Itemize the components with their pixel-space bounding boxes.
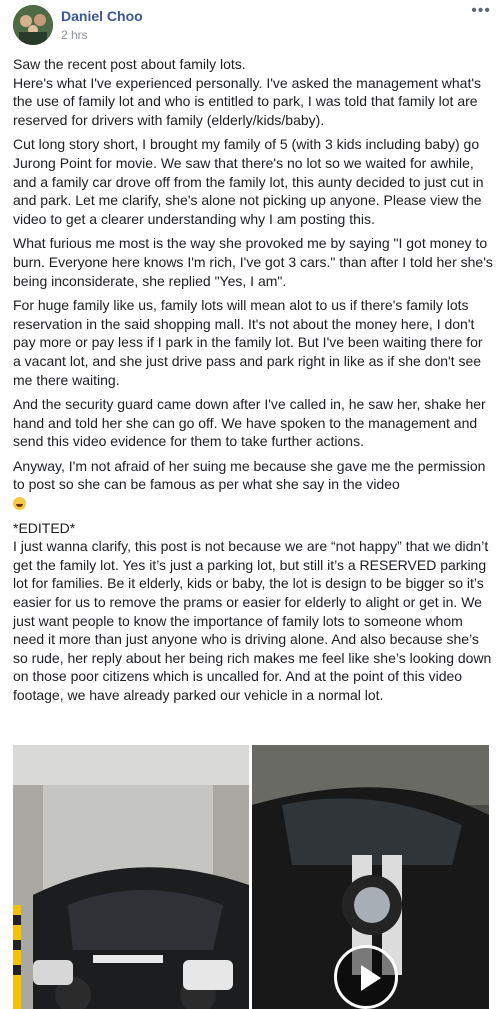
post-paragraph-6-text: Anyway, I'm not afraid of her suing me b… [13,457,486,493]
post-paragraph-5: And the security guard came down after I… [13,396,486,450]
more-options-icon[interactable]: ••• [471,2,491,20]
post-paragraph-7: *EDITED* I just wanna clarify, this post… [13,519,492,703]
post-body: Saw the recent post about family lots. H… [13,55,493,711]
car-photo[interactable] [13,745,249,1009]
avatar[interactable] [13,5,53,45]
play-icon[interactable] [334,945,398,1009]
post-header: Daniel Choo 2 hrs ••• [0,0,502,48]
car-video-thumbnail[interactable] [252,745,489,1009]
post-time[interactable]: 2 hrs [61,28,88,42]
post-paragraph-4: For huge family like us, family lots wil… [13,297,483,388]
post-paragraph-1: Saw the recent post about family lots. H… [13,56,482,128]
grinning-sweat-emoji-icon [13,497,26,511]
post-paragraph-3: What furious me most is the way she prov… [13,235,493,289]
post-paragraph-6: Anyway, I'm not afraid of her suing me b… [13,457,493,513]
author-name[interactable]: Daniel Choo [61,8,143,24]
post-paragraph-2: Cut long story short, I brought my famil… [13,136,484,227]
